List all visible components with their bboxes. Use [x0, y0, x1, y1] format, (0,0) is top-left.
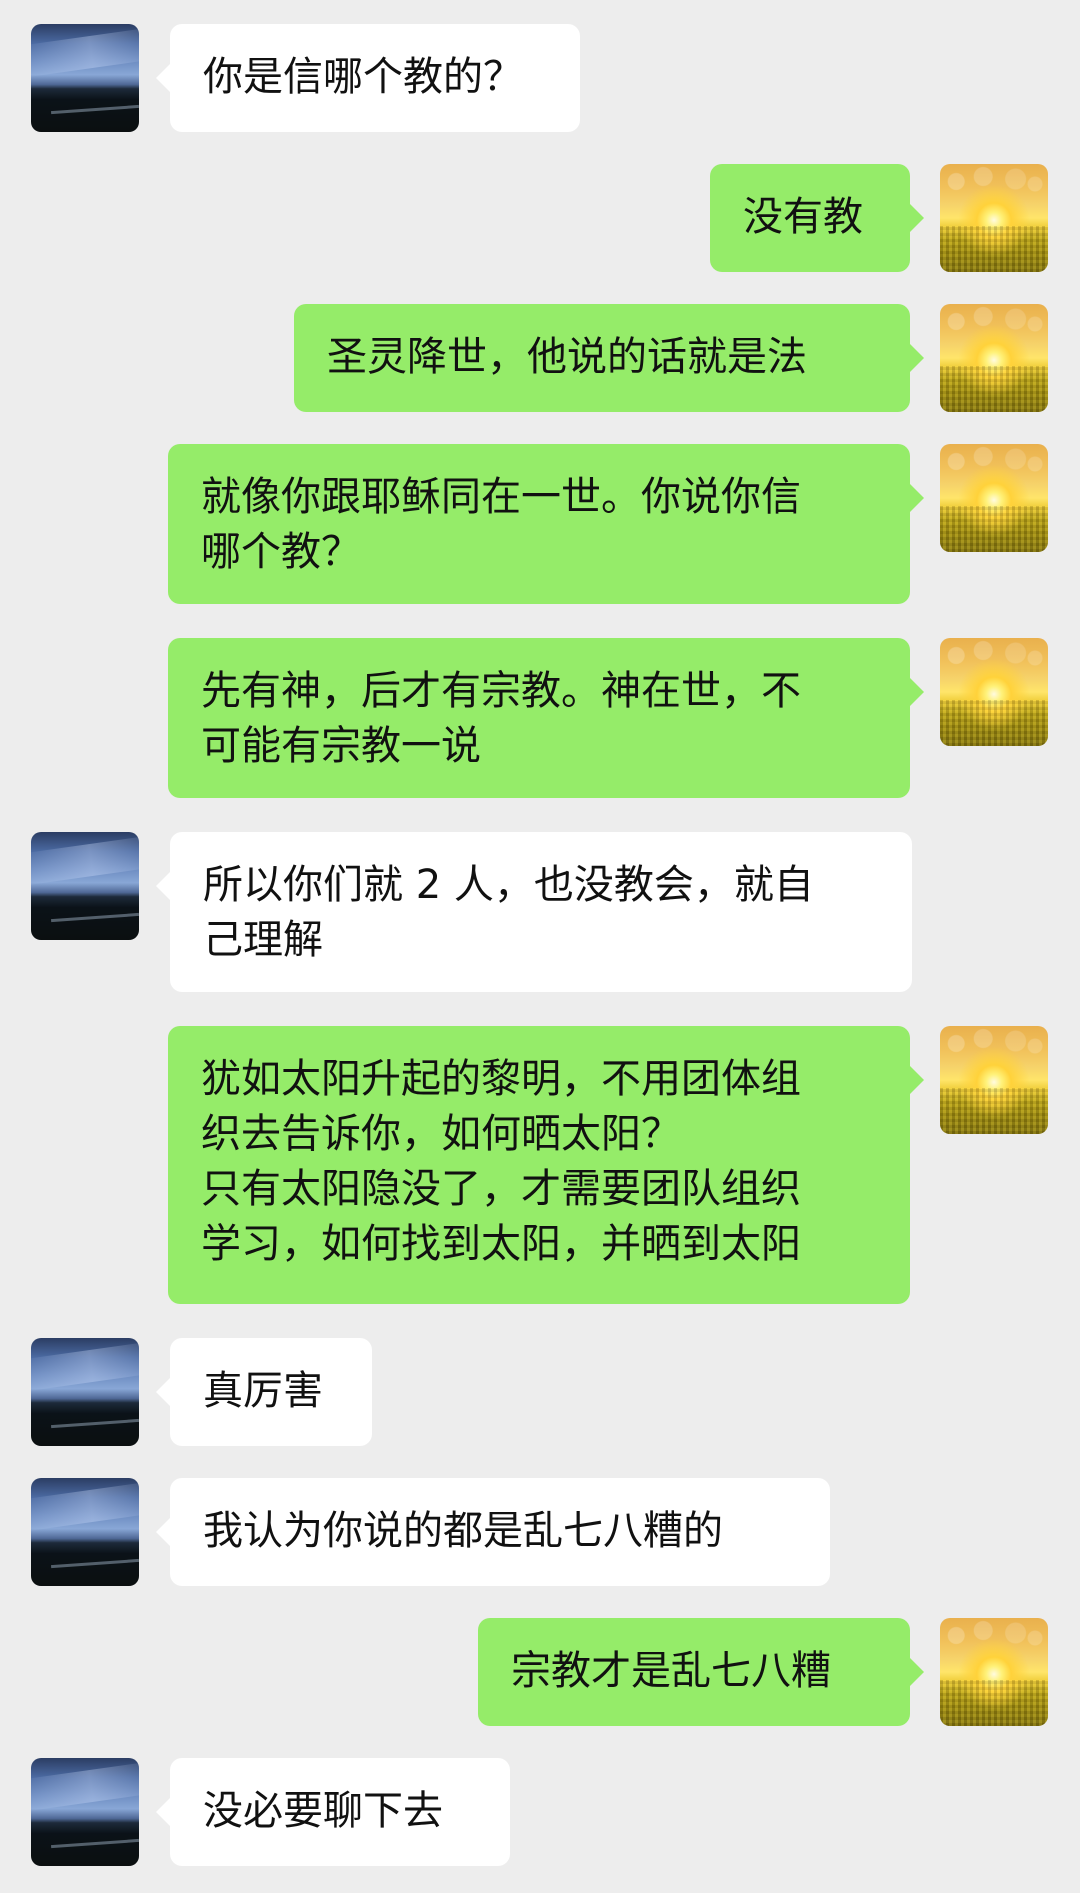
message-bubble[interactable]: 没有教 — [710, 164, 924, 272]
message-bubble[interactable]: 没必要聊下去 — [156, 1758, 510, 1866]
my-avatar[interactable] — [940, 638, 1048, 746]
message-bubble[interactable]: 就像你跟耶稣同在一世。你说你信 哪个教？ — [168, 444, 924, 604]
message-bubble[interactable]: 真厉害 — [156, 1338, 372, 1446]
message-bubble[interactable]: 你是信哪个教的？ — [156, 24, 580, 132]
message-bubble[interactable]: 先有神，后才有宗教。神在世，不 可能有宗教一说 — [168, 638, 924, 798]
message-bubble[interactable]: 犹如太阳升起的黎明，不用团体组 织去告诉你，如何晒太阳？ 只有太阳隐没了，才需要… — [168, 1026, 924, 1304]
contact-avatar[interactable] — [31, 832, 139, 940]
contact-avatar[interactable] — [31, 1338, 139, 1446]
chat-thread: 你是信哪个教的？ 没有教 圣灵降世，他说的话就是法 就像你跟耶稣同在一世。你说你… — [0, 0, 1080, 1893]
my-avatar[interactable] — [940, 444, 1048, 552]
message-bubble[interactable]: 我认为你说的都是乱七八糟的 — [156, 1478, 830, 1586]
message-bubble[interactable]: 所以你们就 2 人，也没教会，就自 己理解 — [156, 832, 912, 992]
contact-avatar[interactable] — [31, 24, 139, 132]
contact-avatar[interactable] — [31, 1478, 139, 1586]
message-bubble[interactable]: 圣灵降世，他说的话就是法 — [294, 304, 924, 412]
my-avatar[interactable] — [940, 1618, 1048, 1726]
my-avatar[interactable] — [940, 164, 1048, 272]
message-bubble[interactable]: 宗教才是乱七八糟 — [478, 1618, 924, 1726]
my-avatar[interactable] — [940, 304, 1048, 412]
my-avatar[interactable] — [940, 1026, 1048, 1134]
contact-avatar[interactable] — [31, 1758, 139, 1866]
